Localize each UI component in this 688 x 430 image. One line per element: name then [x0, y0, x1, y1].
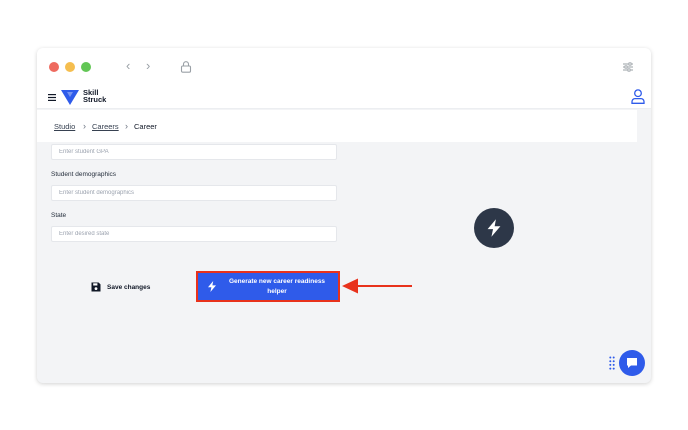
chat-bubble-icon — [627, 358, 637, 368]
breadcrumb: Studio › Careers › Career — [37, 110, 637, 142]
lock-icon — [180, 61, 192, 73]
breadcrumb-separator: › — [83, 121, 86, 131]
floppy-disk-icon — [91, 282, 101, 292]
ai-bolt-badge — [474, 208, 514, 248]
skillstruck-logo-icon[interactable] — [61, 90, 79, 105]
breadcrumb-careers[interactable]: Careers — [92, 122, 119, 131]
lightning-bolt-icon — [208, 281, 216, 292]
save-changes-label: Save changes — [107, 283, 151, 291]
maximize-window-button[interactable] — [81, 62, 91, 72]
hamburger-icon[interactable] — [48, 94, 56, 101]
generate-button-label: Generate new career readiness helper — [228, 278, 326, 295]
app-header: Skill Struck — [37, 85, 651, 109]
gpa-input[interactable] — [51, 144, 337, 160]
generate-career-helper-button[interactable]: Generate new career readiness helper — [198, 273, 338, 300]
state-label: State — [51, 212, 67, 219]
user-icon[interactable] — [631, 89, 645, 104]
logo-text[interactable]: Skill Struck — [83, 89, 107, 104]
breadcrumb-separator: › — [125, 121, 128, 131]
settings-sliders-icon[interactable] — [622, 61, 634, 73]
drag-handle-icon[interactable] — [609, 356, 615, 370]
lightning-bolt-icon — [487, 219, 501, 237]
chat-button[interactable] — [619, 350, 645, 376]
browser-chrome: ‹ › — [37, 48, 651, 85]
close-window-button[interactable] — [49, 62, 59, 72]
annotation-arrow — [342, 278, 412, 294]
state-input[interactable] — [51, 226, 337, 242]
logo-text-line2: Struck — [83, 95, 107, 104]
breadcrumb-studio[interactable]: Studio — [54, 122, 75, 131]
demographics-input[interactable] — [51, 185, 337, 201]
minimize-window-button[interactable] — [65, 62, 75, 72]
app-window: ‹ › Skill Struck Studio › Careers › Care… — [37, 48, 651, 383]
demographics-label: Student demographics — [51, 171, 117, 178]
breadcrumb-career: Career — [134, 122, 157, 131]
forward-arrow-icon[interactable]: › — [146, 58, 150, 74]
back-arrow-icon[interactable]: ‹ — [126, 58, 130, 74]
save-changes-button[interactable]: Save changes — [91, 280, 150, 294]
